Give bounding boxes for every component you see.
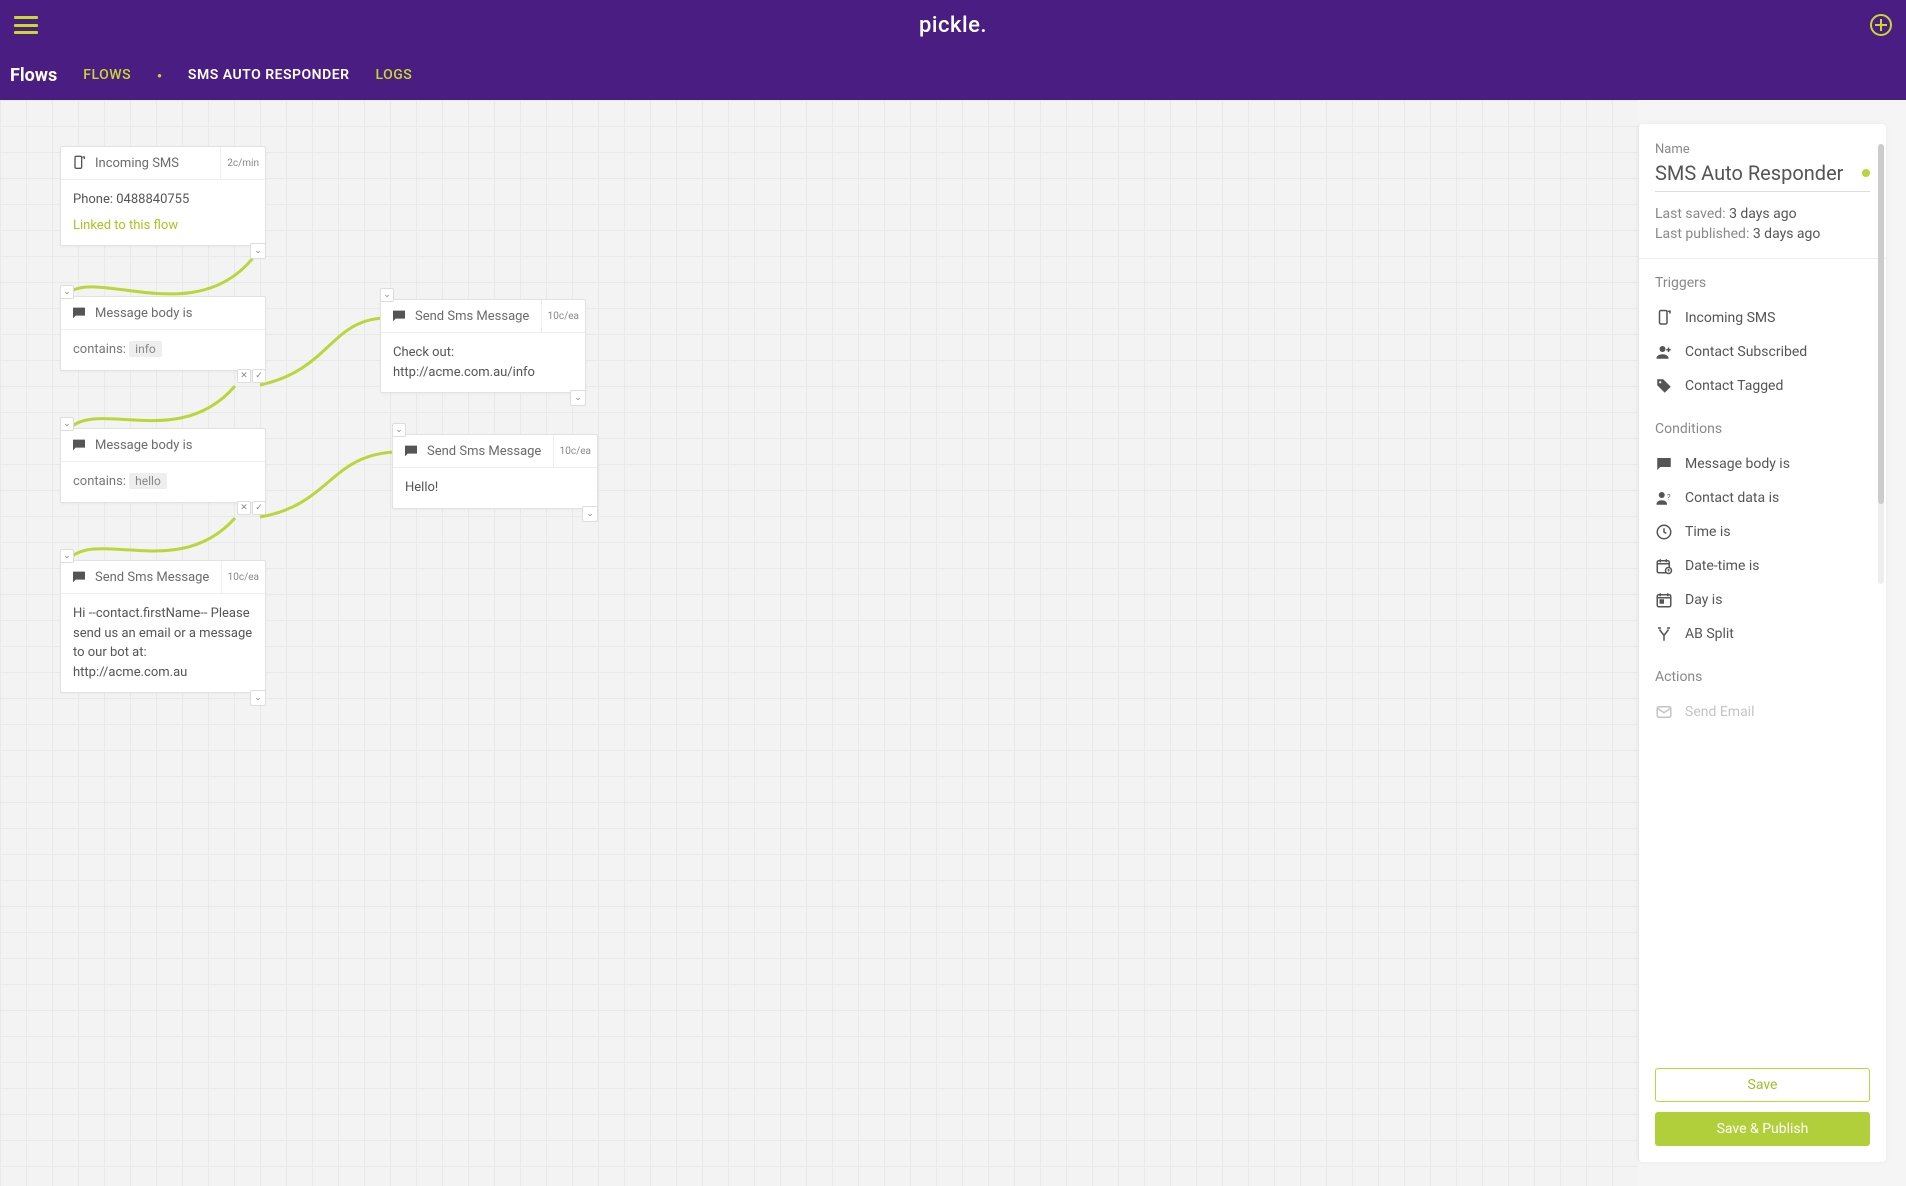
node-title: Message body is (95, 306, 255, 321)
node-title: Message body is (95, 438, 255, 453)
flow-name-input[interactable]: SMS Auto Responder (1655, 161, 1843, 185)
message-icon (391, 308, 407, 324)
panel-scrollbar-thumb[interactable] (1878, 144, 1884, 504)
trigger-contact-tagged[interactable]: Contact Tagged (1655, 369, 1870, 403)
condition-ab-split[interactable]: AB Split (1655, 617, 1870, 651)
breadcrumb-separator: ● (157, 71, 162, 80)
nav-logs[interactable]: LOGS (375, 67, 412, 83)
item-label: AB Split (1685, 626, 1734, 642)
node-send-fallback[interactable]: ⌄ Send Sms Message 10c/ea Hi --contact.f… (60, 560, 266, 693)
node-output-port[interactable]: ⌄ (250, 243, 266, 259)
last-published-label: Last published: (1655, 226, 1749, 242)
node-condition-info[interactable]: ⌄ Message body is contains: info ✕ ✓ (60, 296, 266, 371)
triggers-heading: Triggers (1655, 275, 1870, 291)
condition-contact-data[interactable]: ? Contact data is (1655, 481, 1870, 515)
node-body-text: Check out: http://acme.com.au/info (381, 333, 585, 392)
node-output-port[interactable]: ⌄ (570, 390, 586, 406)
calendar-clock-icon (1655, 557, 1673, 575)
svg-text:?: ? (1667, 493, 1671, 502)
condition-value: hello (129, 473, 167, 489)
message-icon (403, 443, 419, 459)
node-incoming-sms[interactable]: Incoming SMS 2c/min Phone: 0488840755 Li… (60, 146, 266, 246)
node-body-text: Hello! (393, 468, 597, 508)
person-question-icon: ? (1655, 489, 1673, 507)
node-output-false-port[interactable]: ✕ (237, 501, 251, 515)
breadcrumb-current: SMS AUTO RESPONDER (188, 67, 350, 83)
condition-date-time[interactable]: Date-time is (1655, 549, 1870, 583)
action-send-email[interactable]: Send Email (1655, 695, 1870, 729)
menu-hamburger-icon[interactable] (14, 16, 38, 34)
item-label: Contact data is (1685, 490, 1779, 506)
trigger-incoming-sms[interactable]: Incoming SMS (1655, 301, 1870, 335)
item-label: Date-time is (1685, 558, 1759, 574)
trigger-contact-subscribed[interactable]: Contact Subscribed (1655, 335, 1870, 369)
node-cost: 10c/ea (221, 561, 265, 593)
condition-op: contains: (73, 474, 126, 489)
node-send-info[interactable]: ⌄ Send Sms Message 10c/ea Check out: htt… (380, 299, 586, 393)
item-label: Day is (1685, 592, 1722, 608)
message-icon (1655, 455, 1673, 473)
phone-label: Phone: (73, 192, 113, 207)
item-label: Contact Tagged (1685, 378, 1783, 394)
tag-icon (1655, 377, 1673, 395)
message-icon (71, 437, 87, 453)
node-cost: 10c/ea (553, 435, 597, 467)
node-send-hello[interactable]: ⌄ Send Sms Message 10c/ea Hello! ⌄ (392, 434, 598, 509)
help-icon[interactable] (1870, 14, 1892, 36)
message-icon (71, 569, 87, 585)
condition-message-body[interactable]: Message body is (1655, 447, 1870, 481)
app-header: pickle. Flows FLOWS ● SMS AUTO RESPONDER… (0, 0, 1906, 100)
phone-in-icon (1655, 309, 1673, 327)
actions-heading: Actions (1655, 669, 1870, 685)
condition-value: info (129, 341, 162, 357)
node-body-text: Hi --contact.firstName-- Please send us … (61, 594, 265, 692)
conditions-heading: Conditions (1655, 421, 1870, 437)
name-label: Name (1655, 142, 1870, 157)
brand-logo: pickle. (919, 13, 987, 38)
phone-value: 0488840755 (116, 192, 189, 207)
last-published-value: 3 days ago (1753, 226, 1821, 242)
node-output-port[interactable]: ⌄ (582, 506, 598, 522)
item-label: Contact Subscribed (1685, 344, 1807, 360)
condition-op: contains: (73, 342, 126, 357)
item-label: Send Email (1685, 704, 1755, 720)
save-publish-button[interactable]: Save & Publish (1655, 1112, 1870, 1146)
node-output-true-port[interactable]: ✓ (252, 501, 266, 515)
last-saved-value: 3 days ago (1729, 206, 1797, 222)
breadcrumb-flows[interactable]: FLOWS (83, 67, 131, 83)
section-title: Flows (10, 65, 57, 86)
node-output-false-port[interactable]: ✕ (237, 369, 251, 383)
node-condition-hello[interactable]: ⌄ Message body is contains: hello ✕ ✓ (60, 428, 266, 503)
phone-in-icon (71, 155, 87, 171)
clock-icon (1655, 523, 1673, 541)
calendar-day-icon (1655, 591, 1673, 609)
person-add-icon (1655, 343, 1673, 361)
node-cost: 2c/min (220, 147, 265, 179)
message-icon (71, 305, 87, 321)
linked-to-flow[interactable]: Linked to this flow (73, 216, 253, 236)
mail-icon (1655, 703, 1673, 721)
condition-time[interactable]: Time is (1655, 515, 1870, 549)
last-saved-label: Last saved: (1655, 206, 1726, 222)
status-dot-icon (1862, 169, 1870, 177)
split-icon (1655, 625, 1673, 643)
node-cost: 10c/ea (541, 300, 585, 332)
node-output-true-port[interactable]: ✓ (252, 369, 266, 383)
condition-day[interactable]: Day is (1655, 583, 1870, 617)
flow-canvas[interactable]: Incoming SMS 2c/min Phone: 0488840755 Li… (0, 100, 1638, 1186)
item-label: Time is (1685, 524, 1731, 540)
save-button[interactable]: Save (1655, 1068, 1870, 1102)
node-output-port[interactable]: ⌄ (250, 690, 266, 706)
properties-panel: Name SMS Auto Responder Last saved: 3 da… (1638, 124, 1886, 1162)
panel-scrollbar[interactable] (1878, 144, 1884, 584)
item-label: Incoming SMS (1685, 310, 1775, 326)
item-label: Message body is (1685, 456, 1790, 472)
